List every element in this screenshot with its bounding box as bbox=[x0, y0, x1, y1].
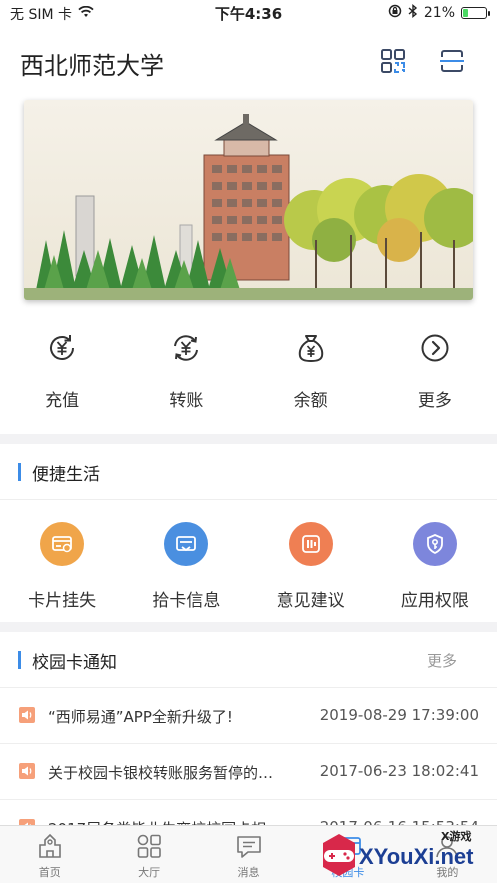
feedback-label: 意见建议 bbox=[276, 591, 345, 611]
page-title: 西北师范大学 bbox=[20, 52, 164, 80]
card-found-button[interactable]: 拾卡信息 bbox=[124, 500, 248, 620]
app-permission-label: 应用权限 bbox=[400, 591, 469, 611]
message-icon bbox=[234, 832, 264, 860]
notice-more-link[interactable]: 更多 bbox=[427, 650, 457, 671]
section-accent-bar bbox=[18, 463, 21, 481]
more-actions-button[interactable]: 更多 bbox=[373, 330, 497, 430]
notice-section-title: 校园卡通知 bbox=[32, 653, 117, 673]
battery-fill bbox=[463, 9, 469, 17]
status-bar: 无 SIM 卡 下午4:36 21% bbox=[0, 0, 497, 26]
tab-messages-label: 消息 bbox=[237, 866, 260, 879]
convenient-life-grid: 卡片挂失 拾卡信息 意见建议 应用权限 bbox=[0, 500, 497, 620]
convenient-life-header: 便捷生活 bbox=[0, 444, 497, 500]
grid-hall-icon bbox=[134, 832, 164, 860]
card-lost-button[interactable]: 卡片挂失 bbox=[0, 500, 124, 620]
tab-home-label: 首页 bbox=[38, 866, 61, 879]
balance-button[interactable]: 余额 bbox=[249, 330, 373, 430]
notice-date: 2019-08-29 17:39:00 bbox=[319, 706, 479, 724]
notice-title: “西师易通”APP全新升级了! bbox=[48, 708, 233, 726]
carrier-label: 无 SIM 卡 bbox=[10, 7, 72, 23]
battery-icon bbox=[461, 7, 490, 19]
permission-key-icon bbox=[412, 522, 457, 566]
card-lost-icon bbox=[40, 522, 85, 566]
tab-hall[interactable]: 大厅 bbox=[99, 826, 198, 883]
notice-item[interactable]: “西师易通”APP全新升级了! 2019-08-29 17:39:00 bbox=[0, 688, 497, 744]
balance-label: 余额 bbox=[293, 391, 328, 411]
speaker-icon bbox=[18, 762, 36, 780]
recharge-label: 充值 bbox=[45, 391, 80, 411]
scan-button[interactable] bbox=[437, 48, 467, 78]
campus-card-notice-header: 校园卡通知 更多 bbox=[0, 632, 497, 688]
watermark-tag: X游戏 bbox=[441, 830, 472, 843]
speaker-icon bbox=[18, 706, 36, 724]
card-lost-label: 卡片挂失 bbox=[28, 591, 97, 611]
chevron-right-circle-icon bbox=[417, 330, 453, 366]
tab-messages[interactable]: 消息 bbox=[199, 826, 298, 883]
watermark-site: XYouXi.net bbox=[359, 844, 474, 869]
bluetooth-icon bbox=[408, 4, 418, 22]
notice-title: 关于校园卡银校转账服务暂停的… bbox=[48, 764, 274, 782]
recharge-button[interactable]: 充值 bbox=[0, 330, 124, 430]
qr-code-icon bbox=[380, 48, 406, 78]
more-actions-label: 更多 bbox=[417, 391, 452, 411]
site-watermark: X游戏 XYouXi.net bbox=[319, 826, 489, 882]
app-permission-button[interactable]: 应用权限 bbox=[373, 500, 497, 620]
yuan-recharge-icon bbox=[44, 330, 80, 366]
wifi-icon bbox=[78, 5, 94, 22]
gamepad-logo-icon bbox=[323, 834, 355, 876]
section-divider bbox=[0, 622, 497, 632]
scan-icon bbox=[439, 48, 465, 78]
home-building-icon bbox=[35, 832, 65, 860]
section-divider bbox=[0, 434, 497, 444]
card-found-icon bbox=[164, 522, 209, 566]
app-header: 西北师范大学 bbox=[0, 26, 497, 98]
feedback-button[interactable]: 意见建议 bbox=[249, 500, 373, 620]
campus-banner-image[interactable] bbox=[24, 100, 473, 300]
tab-home[interactable]: 首页 bbox=[0, 826, 99, 883]
notice-date: 2017-06-23 18:02:41 bbox=[319, 762, 479, 780]
notice-item[interactable]: 关于校园卡银校转账服务暂停的… 2017-06-23 18:02:41 bbox=[0, 744, 497, 800]
tab-hall-label: 大厅 bbox=[138, 866, 161, 879]
section-accent-bar bbox=[18, 651, 21, 669]
battery-percent: 21% bbox=[423, 5, 455, 21]
transfer-button[interactable]: 转账 bbox=[124, 330, 248, 430]
transfer-label: 转账 bbox=[169, 391, 204, 411]
money-bag-icon bbox=[293, 330, 329, 366]
feedback-icon bbox=[288, 522, 333, 566]
qr-code-button[interactable] bbox=[378, 48, 408, 78]
app-screen: 无 SIM 卡 下午4:36 21% 西北师范大学 充值 转账 余额 更多 便捷… bbox=[0, 0, 497, 883]
card-found-label: 拾卡信息 bbox=[152, 591, 221, 611]
yuan-transfer-icon bbox=[168, 330, 204, 366]
quick-actions: 充值 转账 余额 更多 bbox=[0, 330, 497, 430]
rotation-lock-icon bbox=[388, 4, 402, 22]
convenient-life-title: 便捷生活 bbox=[32, 465, 100, 485]
